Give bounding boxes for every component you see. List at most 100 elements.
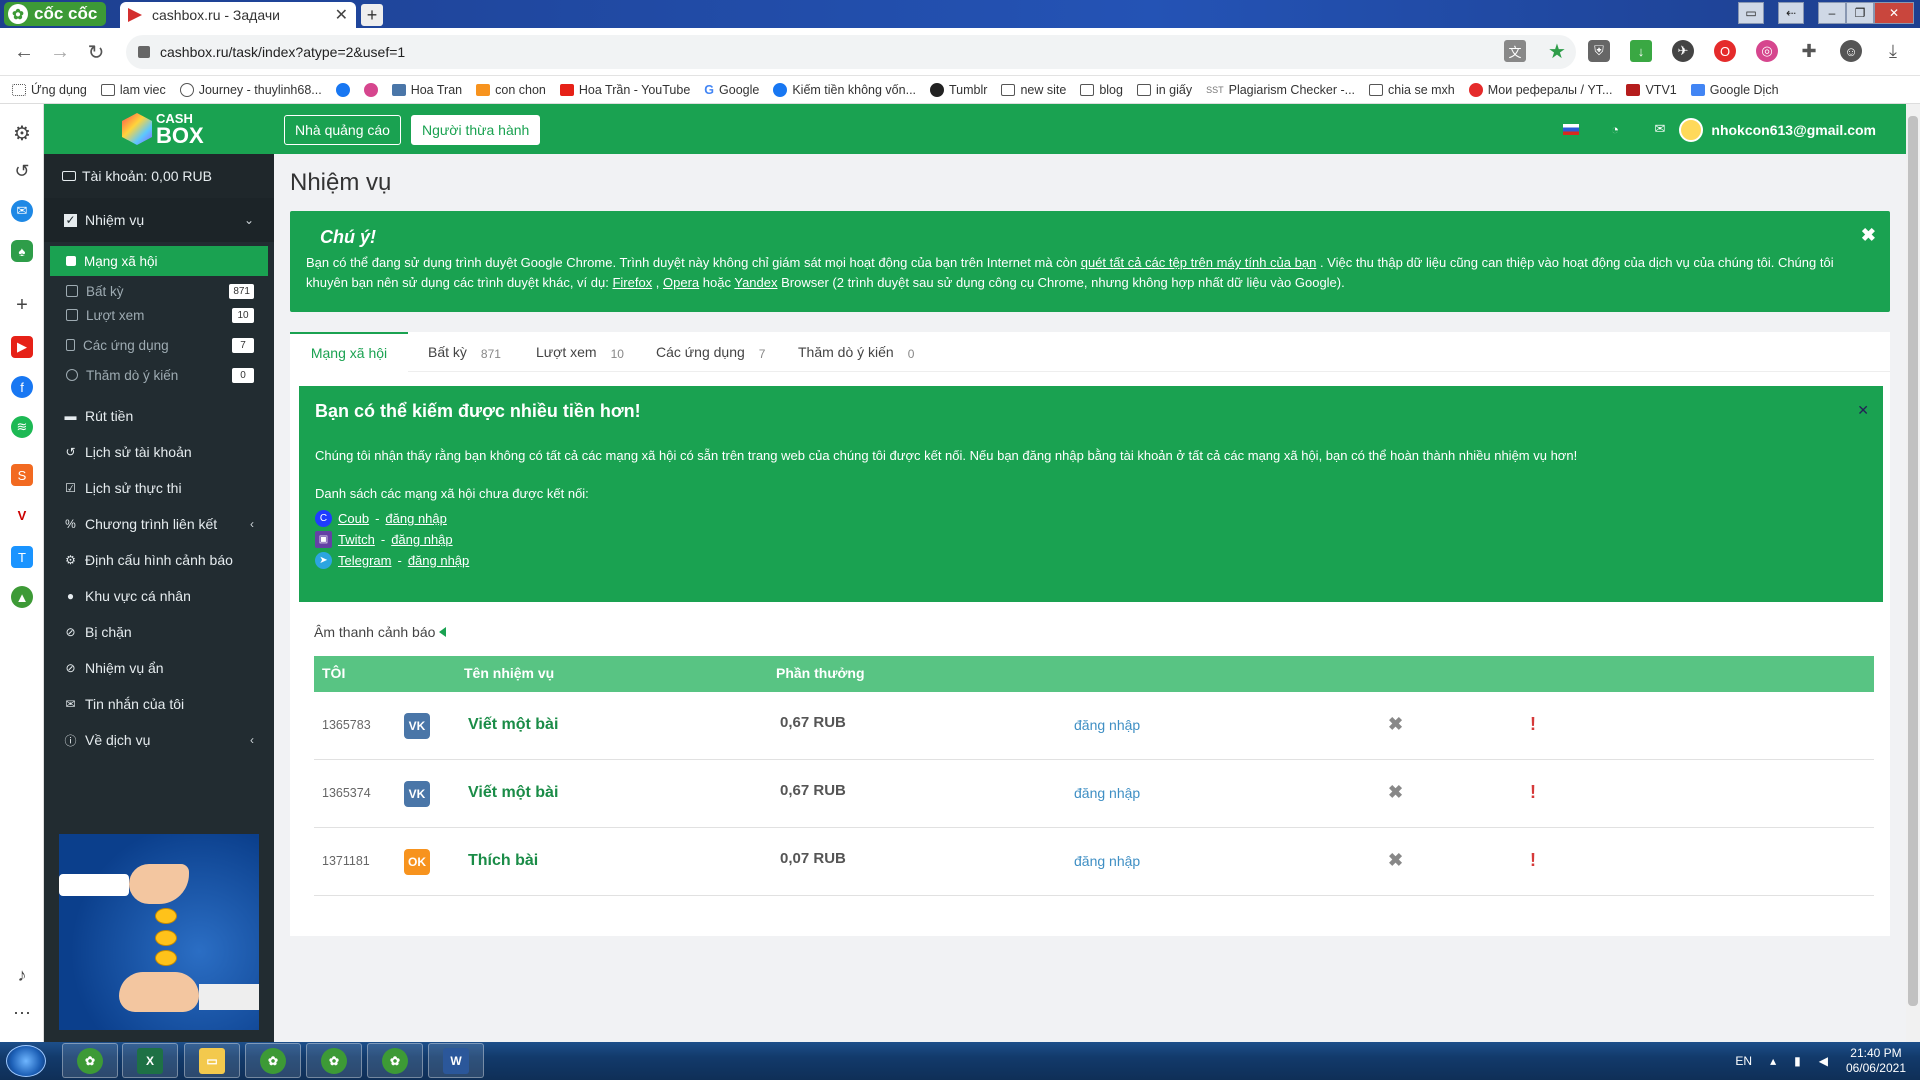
bookmark-star-icon[interactable]: ★	[1546, 40, 1568, 63]
forward-icon[interactable]: →	[48, 40, 72, 64]
bookmark-blog[interactable]: blog	[1080, 83, 1123, 97]
tab-any[interactable]: Bất kỳ 871	[428, 332, 501, 372]
new-tab-button[interactable]: +	[361, 4, 383, 26]
bookmark-facebook[interactable]	[335, 82, 350, 97]
tab-social[interactable]: Mạng xã hội	[290, 332, 408, 372]
facebook-icon[interactable]: f	[11, 376, 33, 398]
game-icon[interactable]: ♠	[11, 240, 33, 262]
mail-icon[interactable]: ✉	[1651, 120, 1669, 138]
more-dots-icon[interactable]: ⋯	[11, 1002, 33, 1024]
nav-sub-apps[interactable]: Các ứng dụng 7	[50, 330, 268, 360]
bookmark-in-giay[interactable]: in giấy	[1136, 83, 1192, 97]
shopee-icon[interactable]: S	[11, 464, 33, 486]
back-icon[interactable]: ←	[12, 40, 36, 64]
language-flag-icon[interactable]	[1562, 120, 1580, 138]
download-icon[interactable]: ⤓	[1882, 40, 1904, 62]
bookmark-plagiarism[interactable]: SST Plagiarism Checker -...	[1206, 83, 1355, 97]
profile-icon[interactable]: ☺	[1840, 40, 1862, 62]
task-name-link[interactable]: Viết một bài	[468, 716, 558, 734]
bookmark-tumblr[interactable]: Tumblr	[930, 82, 987, 97]
add-icon[interactable]: +	[11, 294, 33, 316]
notification-bell-icon[interactable]: ♪	[11, 964, 33, 986]
bookmark-youtube[interactable]: Hoa Trần - YouTube	[559, 83, 690, 97]
shield-icon[interactable]: ⛨	[1588, 40, 1610, 62]
tab-apps[interactable]: Các ứng dụng 7	[656, 332, 765, 372]
login-link[interactable]: đăng nhập	[1074, 717, 1140, 733]
bookmark-con-chon[interactable]: con chon	[476, 83, 546, 97]
bookmark-vtv1[interactable]: VTV1	[1626, 83, 1677, 97]
remove-task-icon[interactable]: ✖	[1388, 782, 1403, 803]
bookmark-apps[interactable]: Ứng dụng	[12, 83, 87, 97]
performer-button[interactable]: Người thừa hành	[411, 115, 541, 145]
tab-views[interactable]: Lượt xem 10	[536, 332, 624, 372]
report-icon[interactable]: !	[1530, 714, 1536, 735]
bookmark-google-dich[interactable]: Google Dịch	[1690, 83, 1779, 97]
yandex-link[interactable]: Yandex	[734, 275, 777, 290]
back-arrow-icon[interactable]: ⇠	[1778, 2, 1804, 24]
cashbox-logo[interactable]: CASH BOX	[122, 112, 204, 147]
nav-sub-social[interactable]: Mạng xã hội	[50, 246, 268, 276]
nav-sub-polls[interactable]: Thăm dò ý kiến 0	[50, 360, 268, 390]
bookmark-lam-viec[interactable]: lam viec	[100, 83, 166, 97]
bookmark-instagram[interactable]	[363, 82, 378, 97]
youtube-icon[interactable]: ▶	[11, 336, 33, 358]
download-green-icon[interactable]: ↓	[1630, 40, 1652, 62]
bookmark-google[interactable]: G Google	[704, 83, 759, 97]
volume-icon[interactable]: ◀	[1819, 1054, 1828, 1068]
taskbar-coccoc[interactable]: ✿	[62, 1043, 118, 1078]
tab-polls[interactable]: Thăm dò ý kiến 0	[798, 332, 914, 372]
nav-tasks[interactable]: ✓ Nhiệm vụ ⌄	[44, 198, 274, 242]
telegram-login-link[interactable]: đăng nhập	[408, 553, 469, 568]
history-icon[interactable]: ↺	[11, 160, 33, 182]
messenger-icon[interactable]: ✉	[11, 200, 33, 222]
task-name-link[interactable]: Thích bài	[468, 852, 538, 870]
spotify-icon[interactable]: ≋	[11, 416, 33, 438]
scan-files-link[interactable]: quét tất cả các tệp trên máy tính của bạ…	[1081, 255, 1317, 270]
close-icon[interactable]: ✖	[1861, 225, 1876, 246]
close-tab-icon[interactable]: ✕	[335, 5, 348, 25]
instagram-ext-icon[interactable]: ◎	[1756, 40, 1778, 62]
taskbar-explorer[interactable]: ▭	[184, 1043, 240, 1078]
telegram-link[interactable]: Telegram	[338, 553, 391, 568]
minimize-button[interactable]: –	[1818, 2, 1846, 24]
maximize-button[interactable]: ❐	[1846, 2, 1874, 24]
tray-arrow-icon[interactable]: ▴	[1770, 1054, 1776, 1068]
coub-login-link[interactable]: đăng nhập	[385, 511, 446, 526]
taskbar-coccoc-3[interactable]: ✿	[306, 1043, 362, 1078]
nav-about[interactable]: ⓘ Về dịch vụ ‹	[44, 718, 274, 762]
task-name-link[interactable]: Viết một bài	[468, 784, 558, 802]
nav-sub-views[interactable]: Lượt xem 10	[50, 300, 268, 330]
taskbar-coccoc-2[interactable]: ✿	[245, 1043, 301, 1078]
bookmark-new-site[interactable]: new site	[1001, 83, 1066, 97]
browser-menu-button[interactable]: ✿ cốc cốc	[4, 2, 106, 26]
close-window-button[interactable]: ✕	[1874, 2, 1914, 24]
account-balance[interactable]: Tài khoản: 0,00 RUB	[44, 154, 274, 198]
twitch-link[interactable]: Twitch	[338, 532, 375, 547]
report-icon[interactable]: !	[1530, 850, 1536, 871]
bookmark-referrals[interactable]: Мои рефералы / YT...	[1468, 82, 1612, 97]
reload-icon[interactable]: ↻	[84, 40, 108, 64]
taskbar-coccoc-4[interactable]: ✿	[367, 1043, 423, 1078]
puzzle-icon[interactable]: ✚	[1798, 40, 1820, 62]
promo-banner[interactable]	[59, 834, 259, 1030]
taskbar-word[interactable]: W	[428, 1043, 484, 1078]
vtv-icon[interactable]: V	[11, 504, 33, 526]
tiki-icon[interactable]: T	[11, 546, 33, 568]
remove-task-icon[interactable]: ✖	[1388, 714, 1403, 735]
user-menu[interactable]: nhokcon613@gmail.com	[1679, 118, 1876, 142]
language-indicator[interactable]: EN	[1735, 1054, 1752, 1068]
report-icon[interactable]: !	[1530, 782, 1536, 803]
taskbar-excel[interactable]: X	[122, 1043, 178, 1078]
login-link[interactable]: đăng nhập	[1074, 853, 1140, 869]
sound-alert-toggle[interactable]: Âm thanh cảnh báo	[314, 624, 447, 640]
clock[interactable]: 21:40 PM 06/06/2021	[1846, 1046, 1906, 1076]
hat-icon[interactable]: ▲	[11, 586, 33, 608]
screenshot-icon[interactable]: ▭	[1738, 2, 1764, 24]
rss-icon[interactable]: ◔	[1606, 120, 1624, 138]
start-button[interactable]	[6, 1045, 46, 1077]
close-icon[interactable]: ✕	[1857, 402, 1869, 419]
scrollbar-thumb[interactable]	[1908, 116, 1918, 1006]
bookmark-journey[interactable]: Journey - thuylinh68...	[179, 82, 322, 97]
bookmark-kiem-tien[interactable]: Kiếm tiền không vốn...	[773, 82, 916, 97]
twitch-login-link[interactable]: đăng nhập	[391, 532, 452, 547]
